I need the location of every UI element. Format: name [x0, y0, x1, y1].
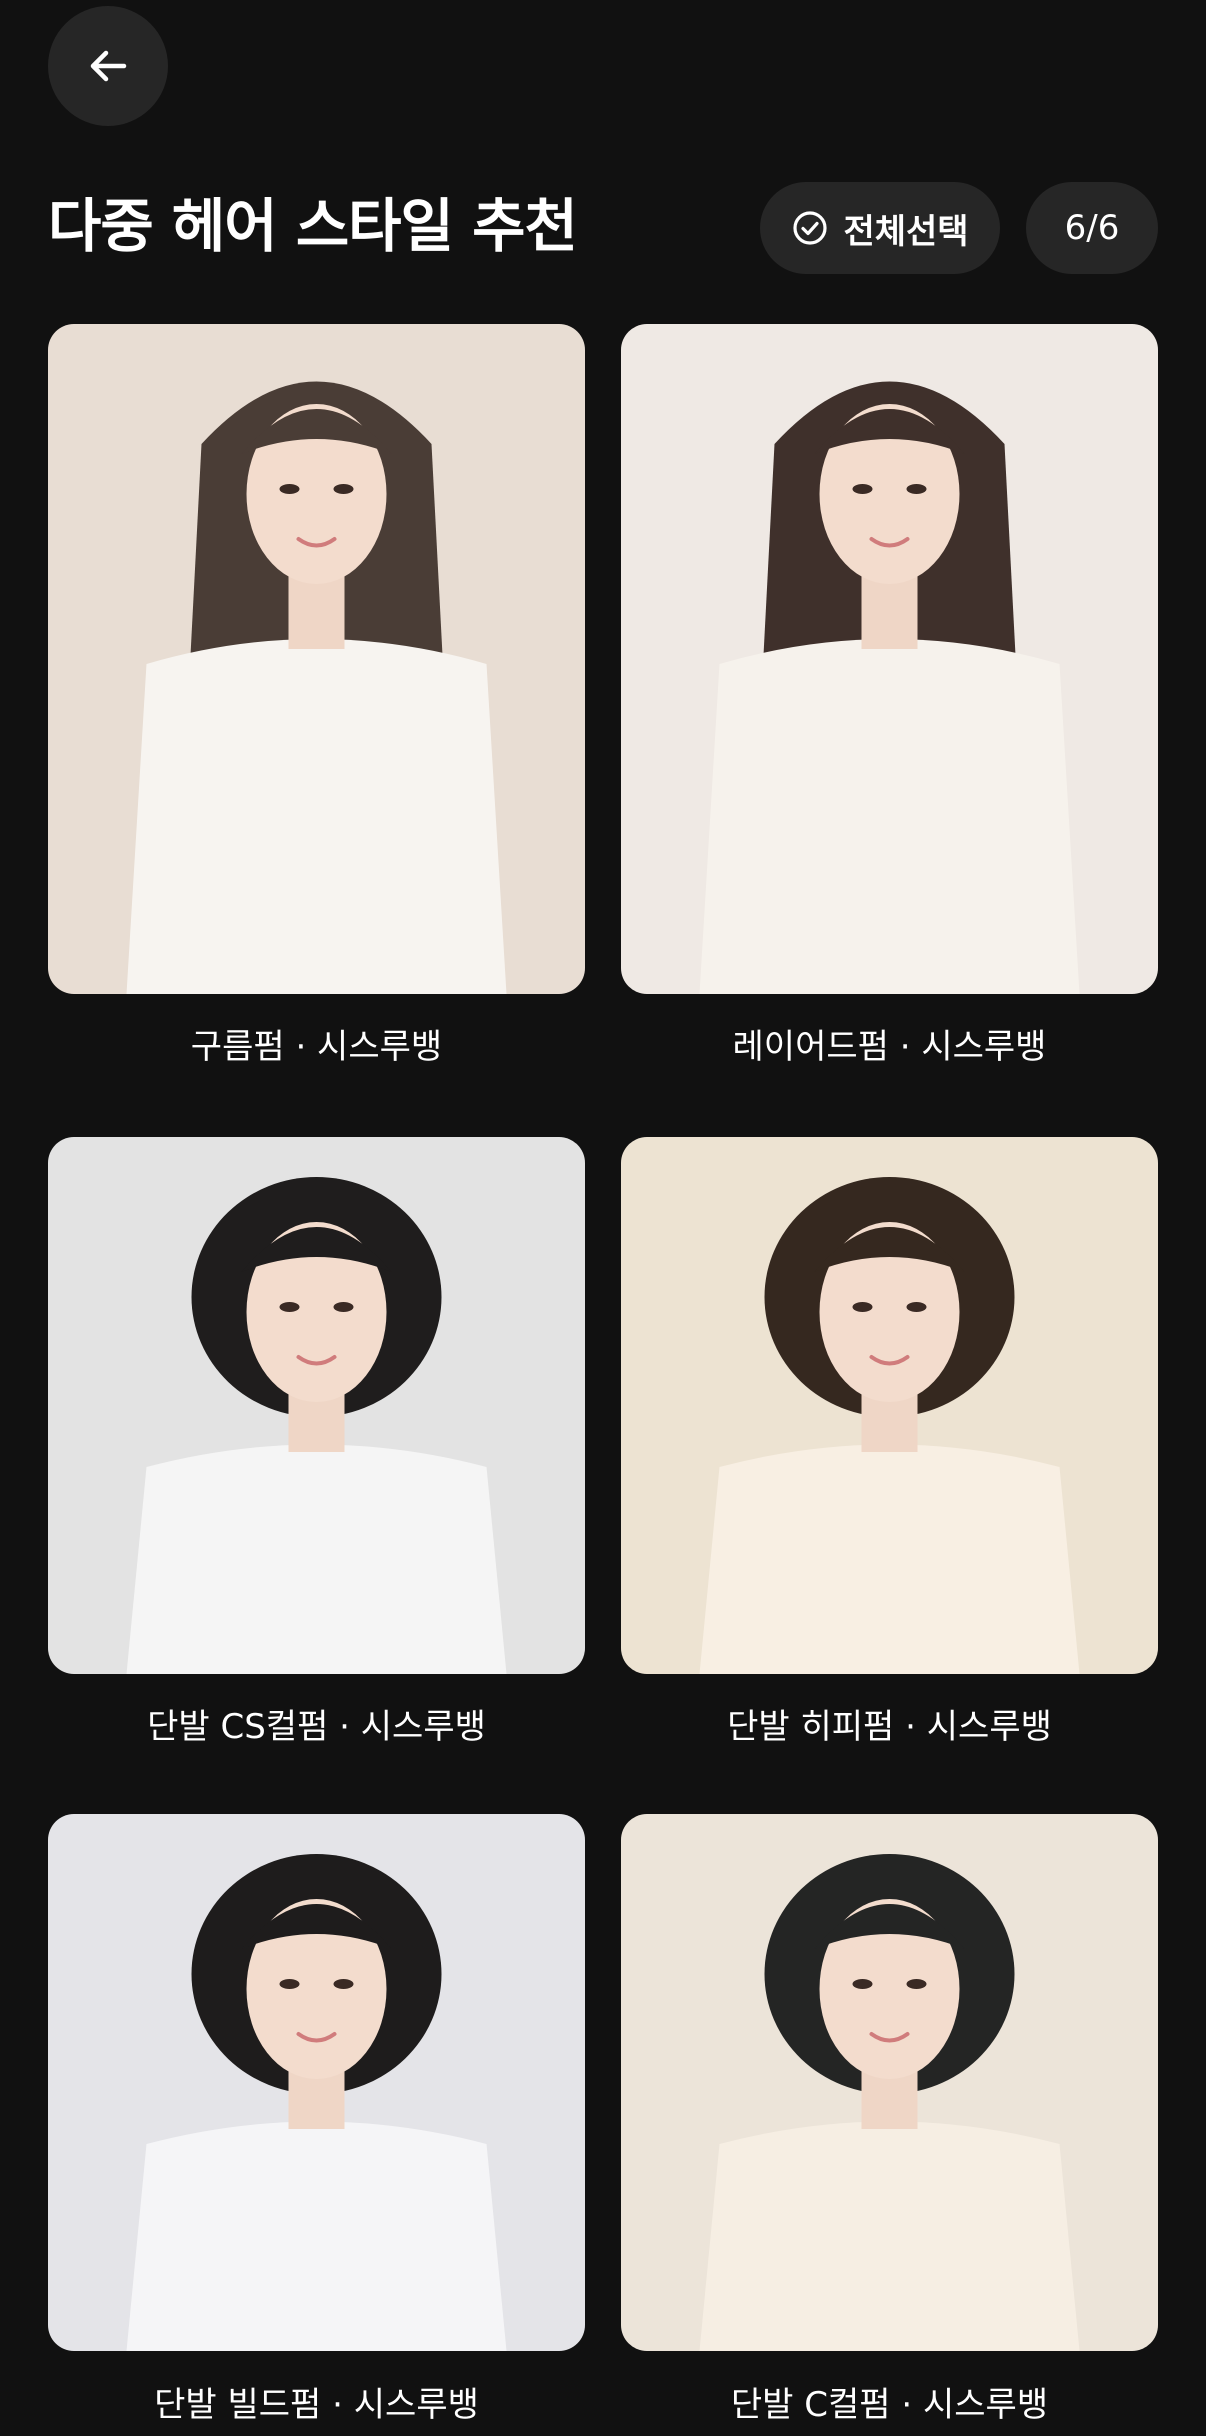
portrait-image [621, 1137, 1158, 1674]
hairstyle-photo [48, 324, 585, 994]
hairstyle-photo [48, 1814, 585, 2351]
hairstyle-label: 레이어드펌 · 시스루뱅 [732, 1027, 1047, 1067]
hairstyle-photo [621, 1814, 1158, 2351]
hairstyle-card[interactable]: 레이어드펌 · 시스루뱅 [621, 324, 1158, 1067]
hairstyle-card[interactable]: 구름펌 · 시스루뱅 [48, 324, 585, 1067]
page-title: 다중 헤어 스타일 추천 [48, 192, 578, 260]
hairstyle-label: 단발 CS컬펌 · 시스루뱅 [147, 1707, 486, 1747]
portrait-image [621, 324, 1158, 994]
back-button[interactable] [48, 6, 168, 126]
portrait-image [621, 1814, 1158, 2351]
arrow-left-icon [90, 50, 127, 82]
portrait-image [48, 1814, 585, 2351]
select-all-label: 전체선택 [843, 211, 969, 252]
hairstyle-card[interactable]: 단발 빌드펌 · 시스루뱅 [48, 1814, 585, 2425]
check-circle-icon [793, 211, 828, 245]
hairstyle-card[interactable]: 단발 C컬펌 · 시스루뱅 [621, 1814, 1158, 2425]
hairstyle-card[interactable]: 단발 히피펌 · 시스루뱅 [621, 1137, 1158, 1747]
select-all-button[interactable]: 전체선택 [760, 182, 1000, 274]
hairstyle-label: 단발 C컬펌 · 시스루뱅 [730, 2385, 1049, 2425]
hairstyle-label: 단발 히피펌 · 시스루뱅 [727, 1707, 1052, 1747]
hairstyle-card[interactable]: 단발 CS컬펌 · 시스루뱅 [48, 1137, 585, 1747]
selection-count-badge: 6/6 [1026, 182, 1158, 274]
hairstyle-photo [621, 324, 1158, 994]
hairstyle-photo [48, 1137, 585, 1674]
portrait-image [48, 324, 585, 994]
hairstyle-label: 구름펌 · 시스루뱅 [190, 1027, 443, 1067]
hairstyle-label: 단발 빌드펌 · 시스루뱅 [154, 2385, 479, 2425]
portrait-image [48, 1137, 585, 1674]
hairstyle-photo [621, 1137, 1158, 1674]
